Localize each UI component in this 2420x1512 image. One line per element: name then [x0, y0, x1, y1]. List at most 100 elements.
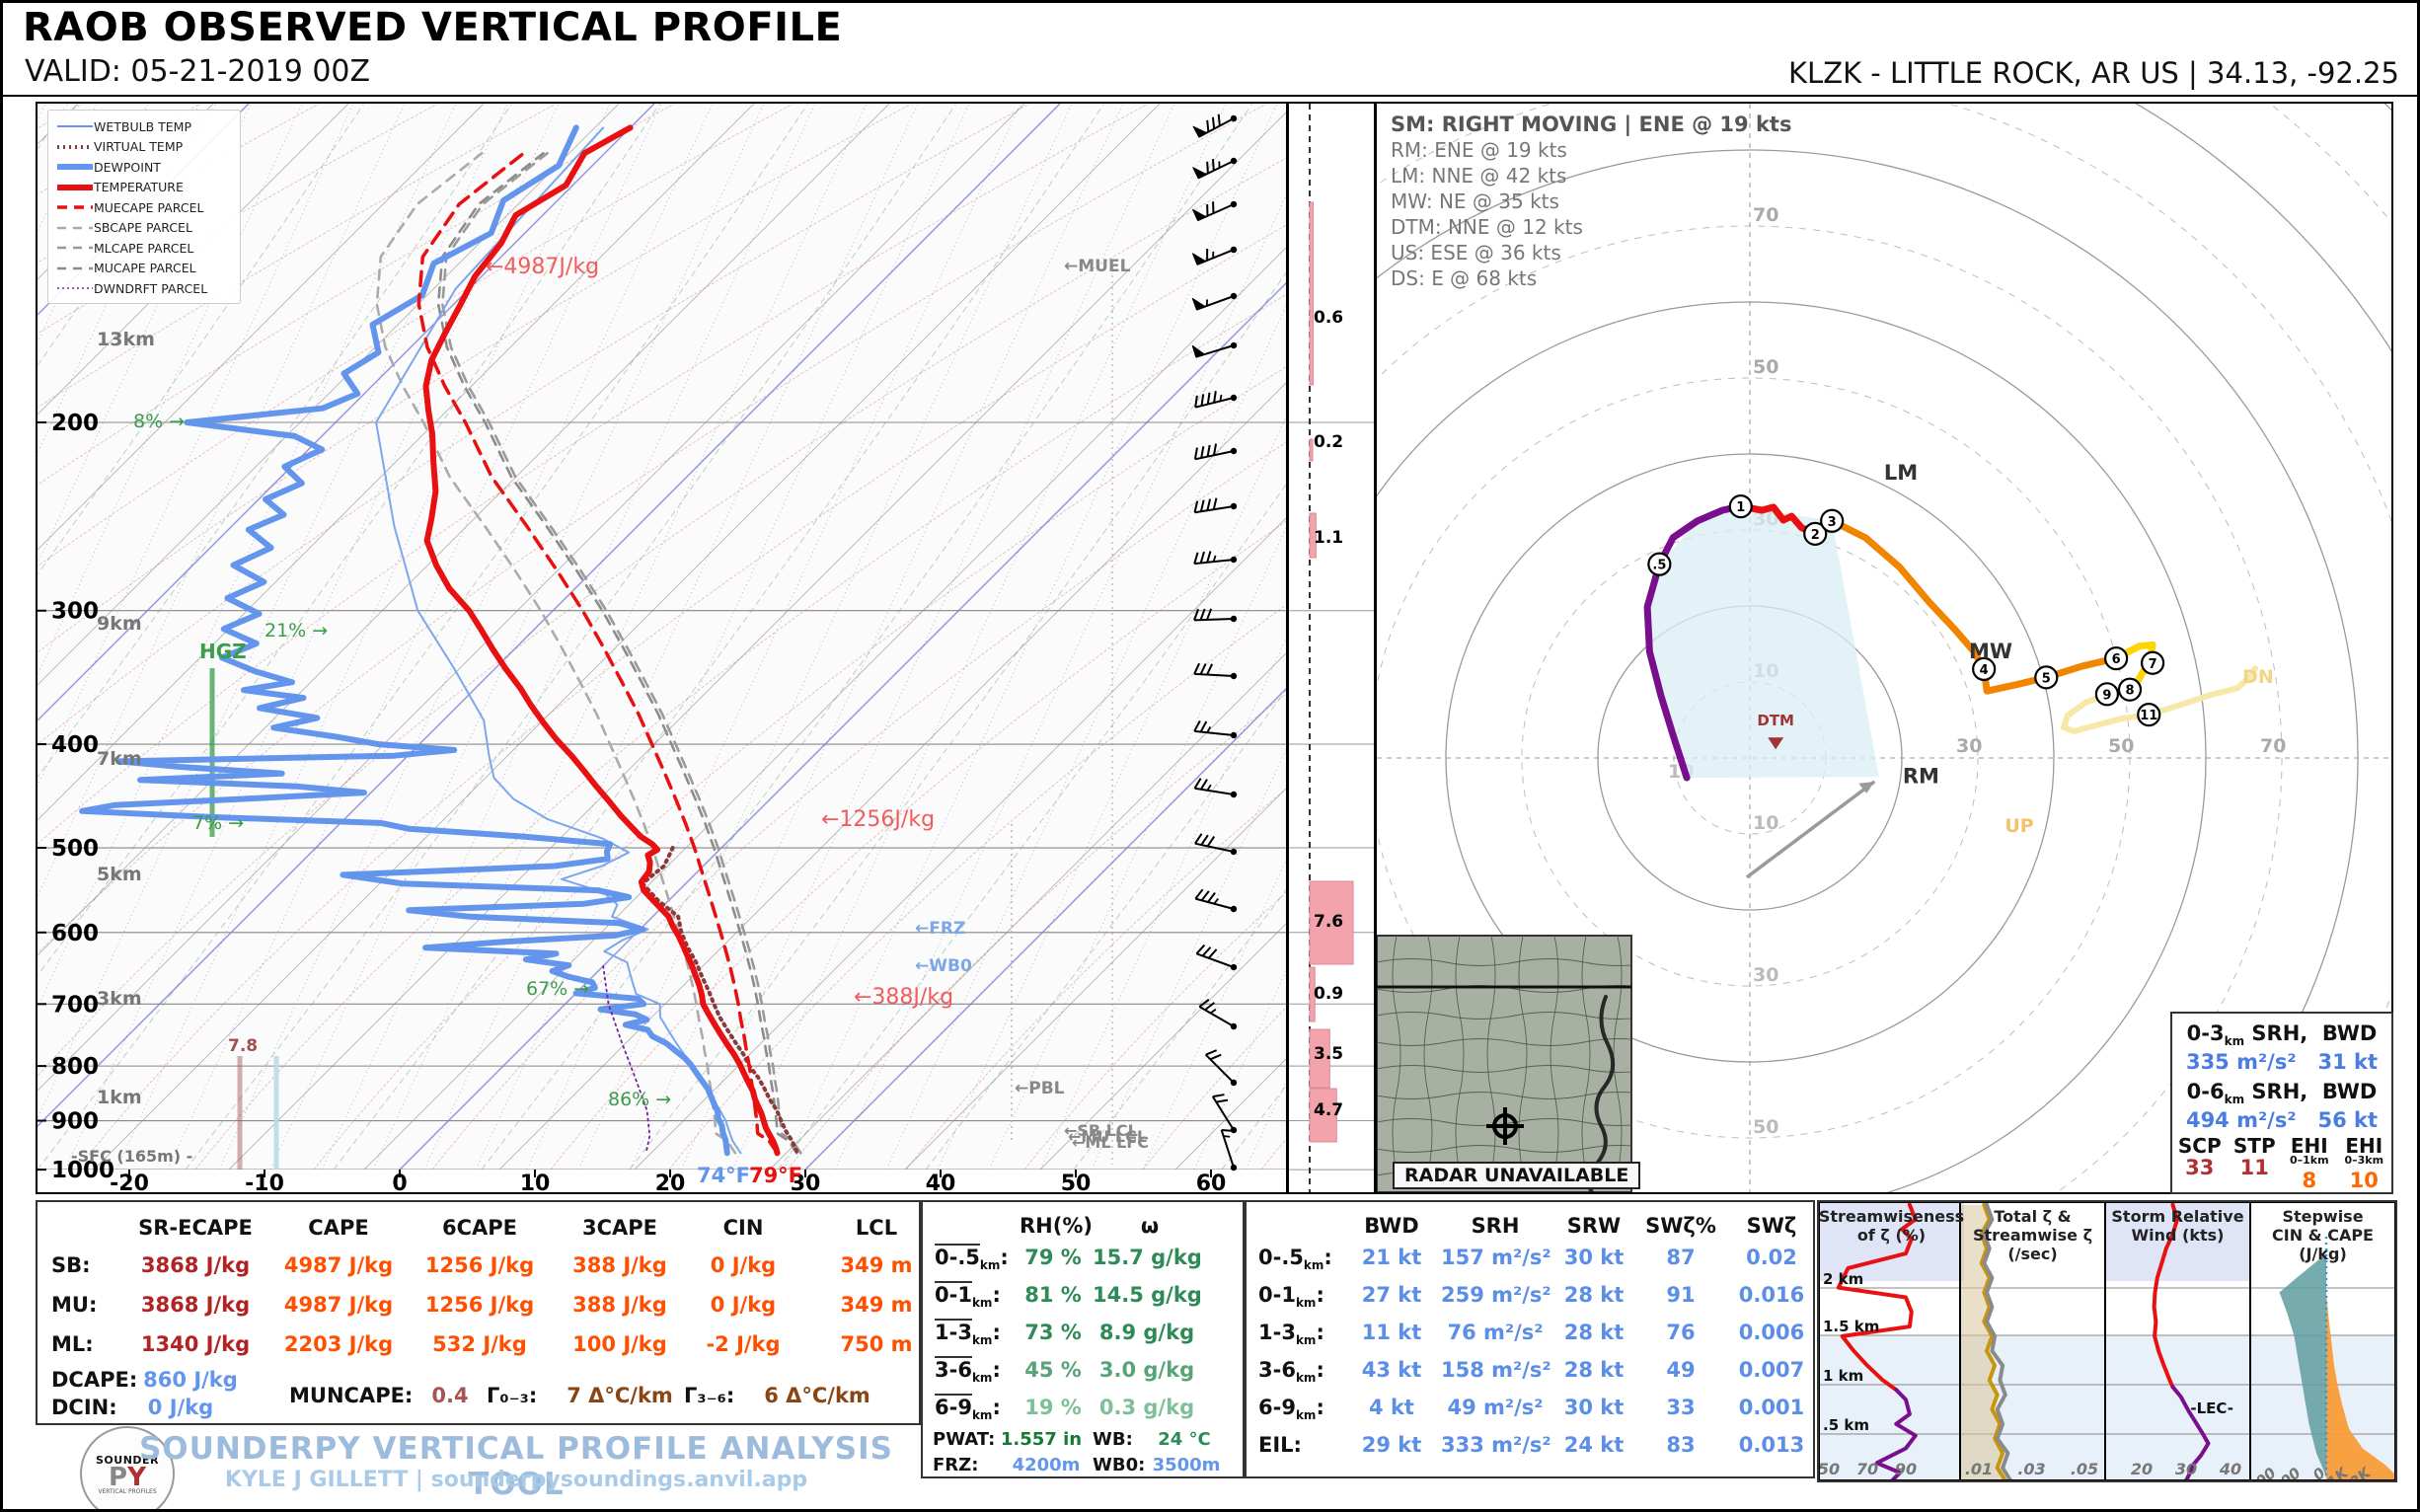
- thermo-value: 532 J/kg: [411, 1332, 549, 1356]
- radar-unavailable-badge: RADAR UNAVAILABLE: [1393, 1162, 1640, 1189]
- height-marker-label: 9: [2102, 688, 2111, 703]
- thermo-value: 1340 J/kg: [126, 1332, 265, 1356]
- kin-value: 49 m²/s²: [1441, 1396, 1550, 1419]
- temp-label: 0: [392, 1172, 407, 1192]
- kin-value: 27 kt: [1337, 1283, 1446, 1307]
- thermo-value: 4987 J/kg: [269, 1293, 408, 1317]
- legend-item: VIRTUAL TEMP: [56, 137, 232, 158]
- omega-value-label: 0.6: [1314, 308, 1343, 328]
- page-title: RAOB OBSERVED VERTICAL PROFILE: [23, 5, 842, 50]
- height-label: 9km: [97, 613, 142, 635]
- dcape-value: 860 J/kg: [131, 1368, 250, 1392]
- mini-panels-chart: 507090.01.03.05203040-LEC--200-10001K2KS…: [1819, 1202, 2395, 1480]
- thermo-header: SR-ECAPE: [126, 1216, 265, 1240]
- height-marker-label: 7: [2149, 657, 2157, 672]
- omega-header: ω: [1110, 1214, 1189, 1238]
- thermo-value: 0 J/kg: [674, 1293, 812, 1317]
- lapse03-label: Γ₀₋₃:: [487, 1384, 556, 1407]
- up-label: UP: [2004, 815, 2033, 837]
- rh-annotation: 86% →: [608, 1089, 671, 1110]
- legend-label: MLCAPE PARCEL: [94, 241, 193, 256]
- omega-value-label: 1.1: [1314, 528, 1343, 548]
- thermo-header: 3CAPE: [551, 1216, 689, 1240]
- hodo-trace-9-12km: [2064, 668, 2255, 731]
- thermo-header: 6CAPE: [411, 1216, 549, 1240]
- thermo-value: 388 J/kg: [551, 1293, 689, 1317]
- mini-xtick: 30: [2175, 1460, 2197, 1478]
- rh-value: 81 %: [1004, 1283, 1102, 1307]
- pressure-label: 900: [51, 1109, 99, 1135]
- kin-value: 0.016: [1717, 1283, 1826, 1307]
- legend-label: DWNDRFT PARCEL: [94, 281, 207, 296]
- height-marker-label: 5: [2042, 671, 2051, 686]
- mixr-value: 15.7 g/kg: [1093, 1246, 1201, 1269]
- pressure-label: 200: [51, 411, 99, 436]
- freeze-annotation: ←FRZ: [915, 919, 965, 939]
- hodograph-panel: 1030507010305030507010.512345678911DTMLM…: [1375, 102, 2393, 1194]
- legend-item: DWNDRFT PARCEL: [56, 278, 232, 299]
- mini-xtick: 70: [1856, 1460, 1878, 1478]
- freeze-annotation: ←WB0: [915, 956, 972, 976]
- temp-label: 40: [926, 1172, 956, 1192]
- mixr-value: 8.9 g/kg: [1093, 1321, 1201, 1344]
- legend-item: DEWPOINT: [56, 157, 232, 178]
- thermo-value: 0 J/kg: [674, 1253, 812, 1277]
- height-marker-label: 8: [2125, 684, 2134, 699]
- surface-temp-label: 79°F: [749, 1164, 802, 1187]
- height-marker-label: .5: [1652, 559, 1666, 573]
- omega-value-label: 0.9: [1314, 984, 1343, 1004]
- surface-label: -SFC (165m) -: [71, 1147, 192, 1166]
- scp-header: SCP: [2172, 1138, 2228, 1154]
- mixr-value: 3.0 g/kg: [1093, 1358, 1201, 1382]
- mini-panel-title: Streamwise ζ: [1973, 1226, 2092, 1245]
- kin-value: 21 kt: [1337, 1246, 1446, 1269]
- kin-value: 76 m²/s²: [1441, 1321, 1550, 1344]
- radar-inset: [1377, 936, 1653, 1192]
- legend-label: VIRTUAL TEMP: [94, 139, 183, 154]
- thermo-header: CAPE: [269, 1216, 408, 1240]
- pressure-label: 600: [51, 921, 99, 946]
- stp-header: STP: [2228, 1138, 2283, 1154]
- thermo-value: 388 J/kg: [551, 1253, 689, 1277]
- rm-label: RM: [1903, 764, 1939, 788]
- temp-label: 20: [655, 1172, 686, 1192]
- rh-annotation: 67% →: [526, 978, 589, 1000]
- ehi3-value: 10: [2337, 1169, 2392, 1192]
- omega-value-label: 0.2: [1314, 432, 1343, 452]
- thermo-value: 1256 J/kg: [411, 1293, 549, 1317]
- row-label: MU:: [51, 1293, 120, 1317]
- storm-motion-mw: MW: NE @ 35 kts: [1391, 189, 1791, 214]
- sounderpy-dashboard: RAOB OBSERVED VERTICAL PROFILE VALID: 05…: [0, 0, 2420, 1512]
- storm-motion-sm: SM: RIGHT MOVING | ENE @ 19 kts: [1391, 112, 1791, 137]
- storm-motion-us: US: ESE @ 36 kts: [1391, 240, 1791, 265]
- skewt-panel: 2003004005006007008009001000-20-10010203…: [36, 102, 1288, 1194]
- rh-annotation: 7% →: [192, 812, 244, 834]
- frz-label: FRZ:: [933, 1455, 992, 1475]
- legend-item: MUECAPE PARCEL: [56, 197, 232, 218]
- height-marker-label: 6: [2112, 652, 2121, 667]
- height-label: 5km: [97, 864, 142, 885]
- height-ytick: 2 km: [1823, 1270, 1863, 1288]
- kin-value: 0.006: [1717, 1321, 1826, 1344]
- temp-label: 50: [1061, 1172, 1092, 1192]
- kin-value: 43 kt: [1337, 1358, 1446, 1382]
- surface-dewpoint-label: 74°F: [697, 1164, 750, 1187]
- kin-value: 0.02: [1717, 1246, 1826, 1269]
- ehi1-header: EHI: [2282, 1138, 2337, 1154]
- legend-swatch: [56, 183, 94, 192]
- temp-label: 60: [1196, 1172, 1227, 1192]
- height-marker-label: 1: [1736, 500, 1745, 515]
- thermo-header: CIN: [674, 1216, 812, 1240]
- legend-swatch: [56, 223, 94, 233]
- legend-swatch: [56, 121, 94, 131]
- mini-xtick: 90: [1895, 1460, 1917, 1478]
- lapse03-value: 7 Δ°C/km: [551, 1384, 689, 1407]
- height-ytick: 1 km: [1823, 1367, 1863, 1385]
- muncape-label: MUNCAPE:: [289, 1384, 427, 1407]
- rh-annotation: HGZ: [199, 640, 247, 663]
- legend-item: SBCAPE PARCEL: [56, 218, 232, 239]
- mini-panel-title: CIN & CAPE: [2272, 1226, 2374, 1245]
- srh-0-6-header: 0-6km SRH, BWD: [2172, 1080, 2391, 1106]
- height-ytick: 1.5 km: [1823, 1318, 1879, 1335]
- kin-value: 158 m²/s²: [1441, 1358, 1550, 1382]
